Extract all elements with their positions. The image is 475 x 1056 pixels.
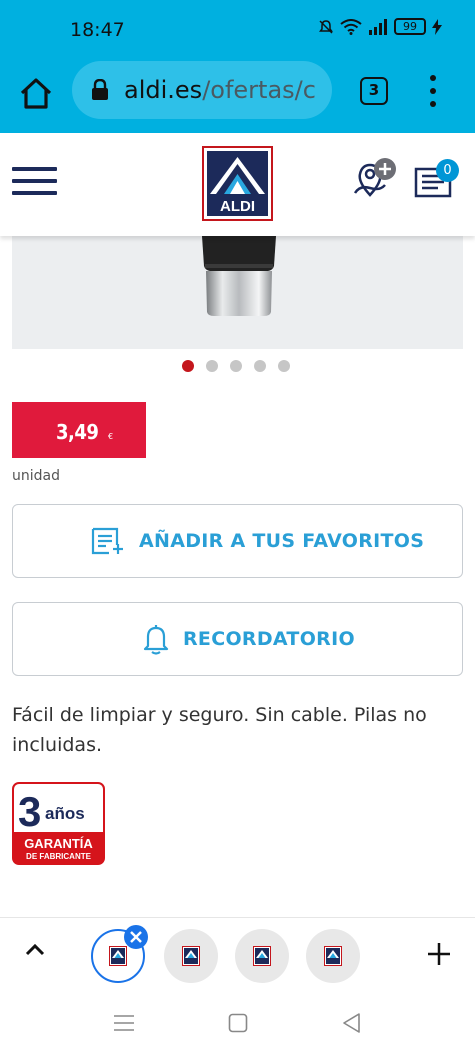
- price-tag: 3,49 €: [12, 402, 146, 458]
- price-value: 3,49: [56, 420, 99, 444]
- logo-text: ALDI: [220, 198, 255, 215]
- reminder-button[interactable]: RECORDATORIO: [12, 602, 463, 676]
- warranty-line2: DE FABRICANTE: [26, 852, 92, 861]
- bell-icon: [143, 625, 169, 655]
- reminder-label: RECORDATORIO: [183, 628, 355, 650]
- url-path: /ofertas/c: [202, 76, 316, 104]
- product-photo: [202, 236, 276, 316]
- store-locator-icon: [353, 158, 396, 197]
- wifi-icon: [340, 18, 362, 35]
- nav-back-icon[interactable]: [341, 1012, 361, 1034]
- system-navigation-bar: [0, 991, 475, 1056]
- close-icon: [130, 931, 142, 943]
- status-time: 18:47: [70, 19, 125, 41]
- url-domain: aldi.es: [124, 76, 203, 104]
- nav-menu-icon[interactable]: [113, 1014, 135, 1032]
- tab-switcher-button[interactable]: 3: [360, 77, 388, 105]
- url-text: aldi.es/ofertas/c: [124, 76, 316, 104]
- status-icons: 99: [318, 18, 442, 35]
- close-tab-button[interactable]: [124, 925, 148, 949]
- carousel-dot-active[interactable]: [182, 360, 194, 372]
- unit-label: unidad: [12, 468, 60, 484]
- aldi-favicon: [253, 946, 271, 966]
- add-to-list-icon: [91, 527, 123, 555]
- home-icon: [20, 78, 52, 109]
- shopping-list-count-badge: 0: [436, 159, 459, 182]
- tab-thumbnail[interactable]: [164, 929, 218, 983]
- warranty-line1: GARANTÍA: [24, 836, 93, 851]
- carousel-dot[interactable]: [230, 360, 242, 372]
- carousel-dot[interactable]: [254, 360, 266, 372]
- bottom-tab-toolbar: [0, 917, 475, 991]
- aldi-logo[interactable]: ALDI: [202, 146, 273, 221]
- warranty-years-unit: años: [45, 804, 85, 823]
- price-currency: €: [108, 432, 114, 441]
- add-to-favorites-button[interactable]: AÑADIR A TUS FAVORITOS: [12, 504, 463, 578]
- aldi-favicon: [182, 946, 200, 966]
- tab-thumbnail[interactable]: [235, 929, 289, 983]
- status-bar: 18:47 99: [0, 0, 475, 60]
- lock-icon: [92, 79, 108, 100]
- aldi-favicon: [109, 946, 127, 966]
- battery-indicator: 99: [394, 18, 426, 35]
- warranty-badge: 3 años GARANTÍA DE FABRICANTE: [12, 782, 105, 865]
- aldi-favicon: [324, 946, 342, 966]
- carousel-dot[interactable]: [206, 360, 218, 372]
- chevron-up-icon[interactable]: [24, 943, 46, 957]
- store-locator-button[interactable]: [350, 155, 400, 205]
- charging-icon: [432, 18, 442, 35]
- add-to-favorites-label: AÑADIR A TUS FAVORITOS: [139, 530, 425, 552]
- signal-icon: [369, 18, 387, 35]
- product-description: Fácil de limpiar y seguro. Sin cable. Pi…: [12, 704, 427, 756]
- site-header: ALDI: [0, 133, 475, 236]
- home-button[interactable]: [16, 74, 56, 114]
- address-bar[interactable]: aldi.es/ofertas/c: [72, 61, 332, 119]
- overflow-menu-icon[interactable]: [422, 74, 444, 108]
- tab-thumbnail[interactable]: [306, 929, 360, 983]
- plus-icon[interactable]: [427, 942, 451, 966]
- hamburger-icon[interactable]: [12, 167, 57, 199]
- browser-toolbar: aldi.es/ofertas/c 3: [0, 60, 475, 133]
- warranty-years: 3: [18, 788, 41, 835]
- image-carousel-dots: [182, 360, 290, 372]
- nav-home-icon[interactable]: [228, 1013, 248, 1033]
- mute-icon: [319, 19, 333, 34]
- product-image[interactable]: [12, 236, 463, 349]
- carousel-dot[interactable]: [278, 360, 290, 372]
- aldi-logo-mark: ALDI: [207, 151, 268, 216]
